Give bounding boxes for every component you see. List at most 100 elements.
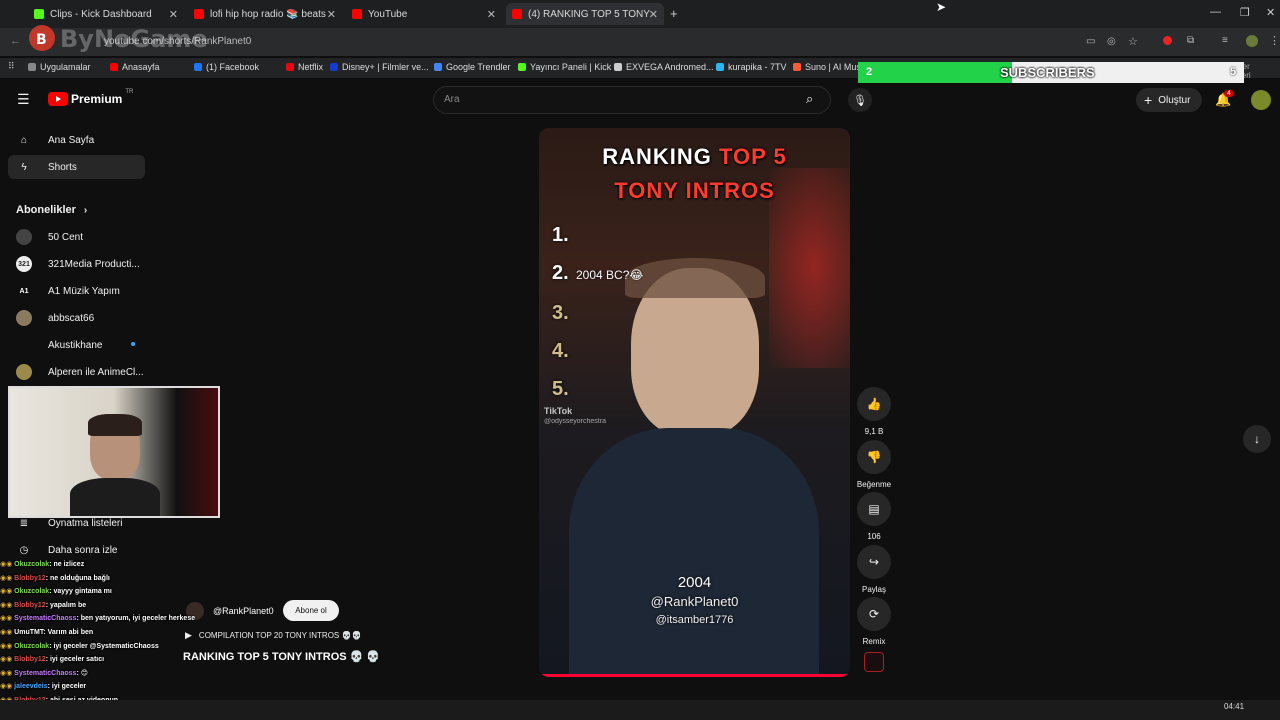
channel-handle[interactable]: @RankPlanet0 [213,606,274,616]
bookmark-item[interactable]: kurapika - 7TV [716,62,787,72]
action-thumbs-down[interactable]: 👎 Beğenme [856,439,892,489]
subscription-channel[interactable]: 321 321Media Producti... [16,253,140,275]
chat-text: : ben yatıyorum, iyi geceler herkese [76,615,196,623]
channel-name: A1 Müzik Yapım [48,285,120,297]
microphone-icon[interactable]: 🎙 [848,88,872,112]
channel-name: Akustikhane [48,339,103,351]
media-control-icon[interactable]: ≡ [1222,35,1228,46]
bookmark-item[interactable]: Uygulamalar [28,62,91,72]
create-button[interactable]: + Oluştur [1136,88,1202,112]
bookmark-star-icon[interactable]: ☆ [1128,35,1138,48]
sidebar-item[interactable]: ◷ Daha sonra izle [8,538,145,562]
chat-badge-icon: ◉◉ [0,574,15,582]
subscribe-button[interactable]: Abone ol [283,600,339,621]
browser-menu-icon[interactable]: ⋮ [1269,34,1280,47]
minimize-icon[interactable]: — [1210,6,1221,18]
action-comment[interactable]: ▤ 106 [856,492,892,541]
sidebar-item-label: Shorts [48,161,77,173]
search-input[interactable]: Ara [444,94,460,105]
subscription-channel[interactable]: Akustikhane [16,334,102,356]
bookmark-favicon-icon [434,63,442,71]
extension-red-icon[interactable] [1163,36,1172,45]
search-icon[interactable]: ⌕ [806,91,813,107]
tab-close-icon[interactable]: ✕ [487,8,496,21]
bookmark-item[interactable]: Disney+ | Filmler ve... [330,62,429,72]
back-icon[interactable]: ← [10,35,21,47]
new-tab-icon[interactable]: + [670,6,678,21]
chat-text: : 😊 [76,669,89,677]
chat-message: ◉◉ Okuzcolak: ne izlicez [0,560,215,568]
bookmark-item[interactable]: (1) Facebook [194,62,259,72]
search-box[interactable]: Ara [433,86,831,114]
comment-icon: ▤ [857,492,891,526]
youtube-premium-logo[interactable]: Premium TR [48,89,133,106]
bookmark-item[interactable]: Anasayfa [110,62,160,72]
rank-number: 3. [552,302,569,324]
tab-close-icon[interactable]: ✕ [169,8,178,21]
chat-message: ◉◉ Blobby12: ne olduğuna bağlı [0,574,215,582]
bookmark-item[interactable]: Netflix [286,62,323,72]
subscriptions-label: Abonelikler [16,204,76,216]
sidebar-item[interactable]: ϟ Shorts [8,155,145,179]
subscription-channel[interactable]: 50 Cent [16,226,83,248]
tab-close-icon[interactable]: ✕ [649,8,658,21]
tab-close-icon[interactable]: ✕ [327,8,336,21]
restore-icon[interactable]: ❐ [1240,6,1250,19]
rank-number: 4. [552,340,569,362]
sound-thumbnail[interactable] [864,652,884,672]
bookmark-label: kurapika - 7TV [728,62,787,72]
apps-grid-icon[interactable]: ⠿ [8,61,15,72]
subscriber-goal: 5 [1230,66,1237,78]
sidebar-item[interactable]: ⌂ Ana Sayfa [8,128,145,152]
action-remix[interactable]: ⟳ Remix [856,597,892,646]
bookmark-favicon-icon [194,63,202,71]
taskbar [0,700,1280,720]
profile-avatar[interactable] [1246,35,1258,47]
chat-message: ◉◉ SystematicChaoss: 😊 [0,669,215,677]
bookmark-item[interactable]: Suno | AI Mus [793,62,861,72]
short-video-player[interactable]: RANKING TOP 5 TONY INTROS 1. 2. 3. 4. 5. 200… [539,128,850,677]
subscriptions-heading[interactable]: Abonelikler › [16,204,87,216]
account-avatar[interactable] [1251,90,1271,110]
hide-icon[interactable]: ◎ [1107,36,1116,47]
bookmark-label: Suno | AI Mus [805,62,861,72]
browser-tab[interactable]: (4) RANKING TOP 5 TONY I ✕ [506,3,664,25]
tab-favicon-icon [34,9,44,19]
chat-username: Okuzcolak [14,588,50,596]
bookmark-item[interactable]: EXVEGA Andromed... [614,62,714,72]
chat-badge-icon: ◉◉ [0,629,15,636]
bookmark-favicon-icon [28,63,36,71]
tab-favicon-icon [194,9,204,19]
video-progress-bar[interactable] [539,674,850,677]
bookmark-label: EXVEGA Andromed... [626,62,714,72]
action-label: 106 [867,532,881,541]
bookmark-item[interactable]: Yayıncı Paneli | Kick [518,62,611,72]
sidebar-item-label: Ana Sayfa [48,134,95,146]
chat-badge-icon: ◉◉ [0,683,15,691]
subscription-channel[interactable]: A1 A1 Müzik Yapım [16,280,120,302]
sidebar-item-label: Daha sonra izle [48,544,118,556]
browser-tab[interactable]: YouTube ✕ [346,3,502,25]
bookmark-label: Google Trendler [446,62,511,72]
subscription-channel[interactable]: Alperen ile AnimeCl... [16,361,144,383]
rank-number: 1. [552,224,569,246]
next-short-icon[interactable]: ↓ [1243,425,1271,453]
bookmark-favicon-icon [716,63,724,71]
action-share[interactable]: ↪ Paylaş [856,544,892,594]
cast-icon[interactable]: ▭ [1086,36,1095,47]
tab-label: (4) RANKING TOP 5 TONY I [528,8,652,20]
bookmark-item[interactable]: Google Trendler [434,62,511,72]
subscription-channel[interactable]: abbscat66 [16,307,94,329]
bookmark-favicon-icon [614,63,622,71]
remix-icon: ⟳ [857,597,891,631]
chat-text: : ne izlicez [49,561,85,568]
close-window-icon[interactable]: ✕ [1266,6,1275,19]
plus-icon: + [1144,92,1153,108]
chat-text: : Varım abi ben [43,629,94,636]
share-icon: ↪ [857,544,891,579]
action-thumbs-up[interactable]: 👍 9,1 B [856,387,892,436]
extensions-puzzle-icon[interactable]: ⧉ [1187,35,1194,46]
hamburger-menu-icon[interactable]: ☰ [17,91,30,108]
short-title-line2: TONY INTROS [614,178,775,203]
channel-avatar [16,364,32,380]
